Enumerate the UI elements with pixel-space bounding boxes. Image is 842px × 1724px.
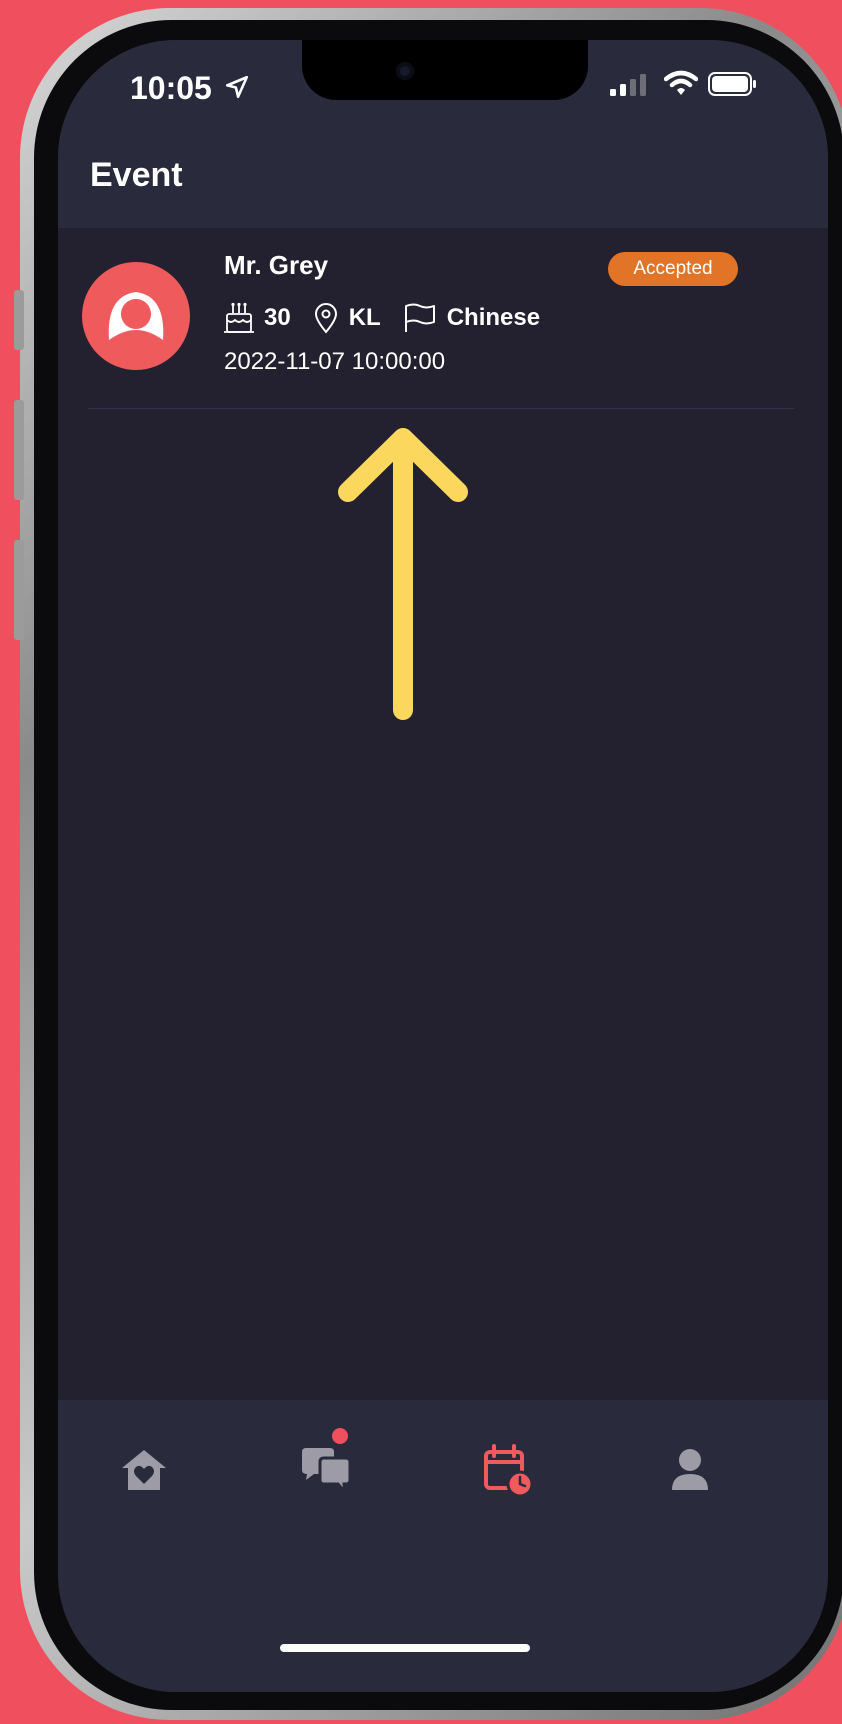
event-location: KL <box>348 304 381 331</box>
event-age: 30 <box>264 304 291 331</box>
location-pin-icon <box>314 303 337 334</box>
status-badge: Accepted <box>608 252 738 286</box>
chat-bubbles-icon <box>302 1448 352 1497</box>
status-time: 10:05 <box>130 70 212 106</box>
flag-icon <box>404 303 435 332</box>
unread-badge <box>332 1428 348 1444</box>
cellular-signal-icon <box>610 74 646 96</box>
tab-messages[interactable] <box>296 1428 356 1500</box>
volume-down-button <box>14 540 24 640</box>
event-datetime: 2022-11-07 10:00:00 <box>224 348 446 375</box>
calendar-clock-icon <box>484 1444 534 1498</box>
person-icon <box>672 1449 708 1490</box>
location-arrow-icon <box>225 75 249 99</box>
event-language: Chinese <box>446 304 541 331</box>
home-heart-icon <box>122 1450 166 1490</box>
tab-events[interactable] <box>478 1440 538 1500</box>
tab-home[interactable] <box>114 1440 174 1500</box>
event-name: Mr. Grey <box>224 250 329 280</box>
birthday-cake-icon <box>224 302 254 333</box>
avatar <box>82 262 190 370</box>
event-meta: 30 KL Chinese <box>224 298 562 338</box>
list-divider <box>88 408 794 409</box>
volume-up-button <box>14 400 24 500</box>
annotation-up-arrow-icon <box>338 428 468 720</box>
wifi-icon <box>664 70 698 95</box>
user-logo-icon <box>108 292 164 340</box>
tab-profile[interactable] <box>660 1440 720 1500</box>
home-indicator[interactable] <box>280 1644 530 1652</box>
page-title: Event <box>90 156 183 194</box>
battery-icon <box>708 72 756 96</box>
notch <box>302 40 588 100</box>
front-camera <box>396 62 414 80</box>
mute-switch <box>14 290 24 350</box>
app-screen: 10:05 Event Mr. Grey Accepted 30 KL Chin… <box>58 40 828 1692</box>
event-list-item[interactable]: Mr. Grey Accepted 30 KL Chinese 2022-11-… <box>58 228 828 408</box>
